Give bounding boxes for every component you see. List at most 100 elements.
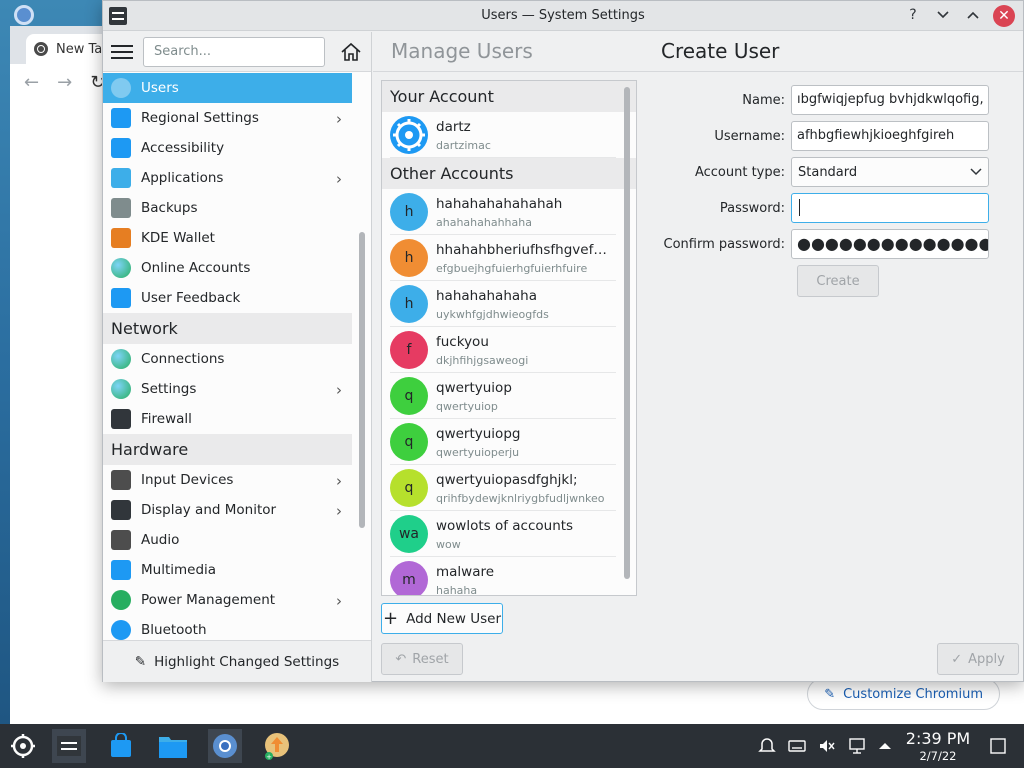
customize-label: Customize Chromium	[843, 686, 983, 702]
user-list-item[interactable]: f fuckyou dkjhfihjgsaweogi	[382, 327, 636, 373]
online-accounts-icon	[111, 258, 131, 278]
sidebar-item-accessibility[interactable]: Accessibility	[103, 133, 352, 163]
highlight-changed-settings-button[interactable]: ✎ Highlight Changed Settings	[103, 640, 371, 682]
system-settings-task-icon[interactable]	[52, 729, 86, 763]
sidebar-item-input-devices[interactable]: Input Devices ›	[103, 465, 352, 495]
user-feedback-icon	[111, 288, 131, 308]
sidebar-item-label: Settings	[141, 381, 197, 397]
user-name: qwertyuiopg	[436, 425, 521, 442]
sidebar-item-kde-wallet[interactable]: KDE Wallet	[103, 223, 352, 253]
highlight-label: Highlight Changed Settings	[154, 653, 340, 670]
update-notifier-icon[interactable]: +	[260, 729, 294, 763]
your-account-header: Your Account	[382, 81, 636, 112]
sidebar-item-connections[interactable]: Connections	[103, 344, 352, 374]
chevron-right-icon: ›	[336, 170, 342, 188]
chevron-right-icon: ›	[336, 110, 342, 128]
sidebar-item-audio[interactable]: Audio	[103, 525, 352, 555]
users-list-panel: Your Account dartz dartzimac Other Accou…	[381, 80, 637, 596]
sidebar-item-label: Regional Settings	[141, 110, 259, 126]
sidebar-item-user-feedback[interactable]: User Feedback	[103, 283, 352, 313]
name-field[interactable]: ıbgfwiqjepfug bvhjdkwlqofig, b	[791, 85, 989, 115]
users-scrollbar[interactable]	[624, 87, 630, 579]
close-button[interactable]: ✕	[993, 5, 1015, 27]
sidebar-item-users[interactable]: Users	[103, 73, 352, 103]
sidebar-item-firewall[interactable]: Firewall	[103, 404, 352, 434]
minimize-button[interactable]	[933, 5, 953, 25]
sidebar-item-regional-settings[interactable]: Regional Settings ›	[103, 103, 352, 133]
file-manager-icon[interactable]	[156, 729, 190, 763]
your-account-row[interactable]: dartz dartzimac	[382, 112, 636, 158]
show-desktop-icon[interactable]	[990, 738, 1006, 754]
discover-store-icon[interactable]	[104, 729, 138, 763]
sidebar-item-multimedia[interactable]: Multimedia	[103, 555, 352, 585]
chevron-right-icon: ›	[336, 472, 342, 490]
sidebar-item-online-accounts[interactable]: Online Accounts	[103, 253, 352, 283]
chevron-right-icon: ›	[336, 592, 342, 610]
confirm-password-field[interactable]: ●●●●●●●●●●●●●●	[791, 229, 989, 259]
keyboard-icon[interactable]	[788, 737, 806, 755]
hamburger-menu-icon[interactable]	[111, 41, 133, 63]
user-list-item[interactable]: q qwertyuiopg qwertyuioperju	[382, 419, 636, 465]
account-type-select[interactable]: Standard	[791, 157, 989, 187]
notifications-bell-icon[interactable]	[758, 737, 776, 755]
checkmark-icon: ✓	[951, 651, 963, 667]
clock[interactable]: 2:39 PM 2/7/22	[898, 729, 978, 763]
help-button[interactable]: ?	[903, 5, 923, 25]
sidebar-item-backups[interactable]: Backups	[103, 193, 352, 223]
user-list-item[interactable]: h hahahahahahahah ahahahahahhaha	[382, 189, 636, 235]
tray-expand-icon[interactable]	[876, 737, 894, 755]
user-list-item[interactable]: h hahahahahaha uykwhfgjdhwieogfds	[382, 281, 636, 327]
user-name: wowlots of accounts	[436, 517, 574, 534]
user-list-item[interactable]: h hhahahbheriufhsfhgvefsg... efgbuejhgfuie…	[382, 235, 636, 281]
user-name: malware	[436, 563, 495, 580]
user-list-item[interactable]: q qwertyuiopasdfghjkl; qrihfbydewjknlriygb…	[382, 465, 636, 511]
sidebar-scrollbar[interactable]	[359, 232, 365, 528]
user-avatar: h	[390, 239, 428, 277]
text-cursor	[799, 199, 800, 216]
back-arrow-icon[interactable]: ←	[24, 72, 39, 93]
application-launcher-icon[interactable]	[6, 729, 40, 763]
confirm-password-label: Confirm password:	[663, 236, 785, 252]
account-type-value: Standard	[798, 164, 858, 180]
regional-settings-icon	[111, 108, 131, 128]
pencil-icon: ✎	[824, 686, 836, 702]
apply-button[interactable]: ✓ Apply	[937, 643, 1019, 675]
username-field[interactable]: afhbgfiewhjkioeghfgireh	[791, 121, 989, 151]
account-type-row: Account type: Standard	[653, 157, 989, 187]
user-avatar: h	[390, 193, 428, 231]
applications-icon	[111, 168, 131, 188]
network-wired-icon[interactable]	[848, 737, 866, 755]
chevron-right-icon: ›	[336, 502, 342, 520]
user-list-item[interactable]: m malware hahaha	[382, 557, 636, 595]
sidebar-item-settings[interactable]: Settings ›	[103, 374, 352, 404]
sidebar-item-label: Input Devices	[141, 472, 234, 488]
confirm-password-row: Confirm password: ●●●●●●●●●●●●●●	[653, 229, 989, 259]
system-settings-window: Users — System Settings ? ✕ Users Regiona…	[102, 0, 1024, 682]
window-title: Users — System Settings	[481, 8, 645, 23]
power-icon	[111, 590, 131, 610]
add-new-user-button[interactable]: + Add New User	[381, 603, 503, 634]
chromium-task-icon[interactable]	[208, 729, 242, 763]
forward-arrow-icon[interactable]: →	[57, 72, 72, 93]
password-field[interactable]	[791, 193, 989, 223]
maximize-button[interactable]	[963, 5, 983, 25]
sidebar-item-display-and-monitor[interactable]: Display and Monitor ›	[103, 495, 352, 525]
users-icon	[111, 78, 131, 98]
titlebar[interactable]: Users — System Settings ? ✕	[103, 1, 1023, 31]
sidebar-item-applications[interactable]: Applications ›	[103, 163, 352, 193]
user-list-item[interactable]: wa wowlots of accounts wow	[382, 511, 636, 557]
sidebar-item-power-management[interactable]: Power Management ›	[103, 585, 352, 615]
customize-chromium-button[interactable]: ✎ Customize Chromium	[807, 678, 1000, 710]
sidebar-item-label: Backups	[141, 200, 198, 216]
create-button[interactable]: Create	[797, 265, 879, 297]
volume-muted-icon[interactable]	[818, 737, 836, 755]
home-icon[interactable]	[339, 40, 363, 64]
breadcrumb-manage-users[interactable]: Manage Users	[391, 39, 533, 63]
page-title: Create User	[661, 39, 780, 63]
sidebar-item-bluetooth[interactable]: Bluetooth	[103, 615, 352, 641]
sidebar-item-label: Display and Monitor	[141, 502, 277, 518]
reset-button[interactable]: ↶ Reset	[381, 643, 463, 675]
search-input[interactable]	[143, 36, 325, 67]
multimedia-icon	[111, 560, 131, 580]
user-list-item[interactable]: q qwertyuiop qwertyuiop	[382, 373, 636, 419]
